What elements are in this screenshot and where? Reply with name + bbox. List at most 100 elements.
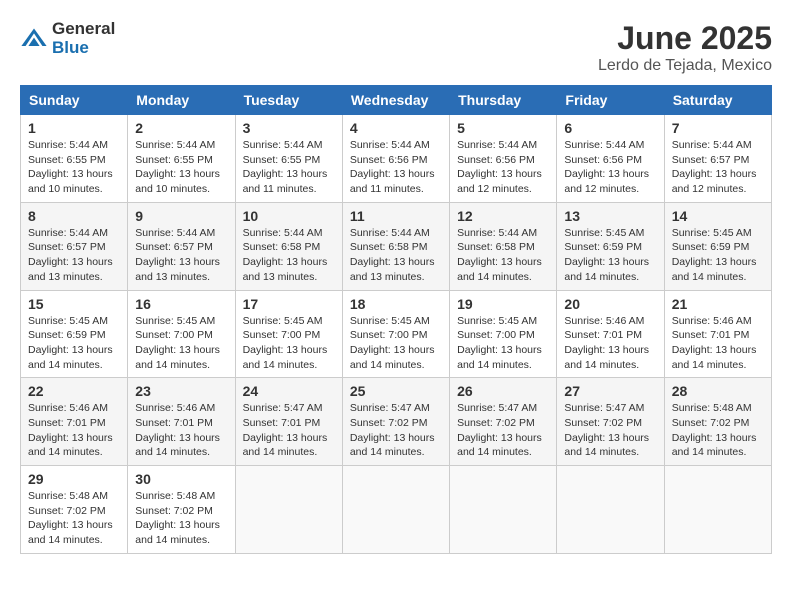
day-info: Sunrise: 5:45 AM Sunset: 6:59 PM Dayligh… [28,314,120,373]
day-info: Sunrise: 5:45 AM Sunset: 7:00 PM Dayligh… [350,314,442,373]
calendar-cell [664,466,771,554]
calendar-cell: 15 Sunrise: 5:45 AM Sunset: 6:59 PM Dayli… [21,290,128,378]
location: Lerdo de Tejada, Mexico [598,57,772,75]
day-number: 28 [672,383,764,399]
header-friday: Friday [557,86,664,115]
calendar-cell: 30 Sunrise: 5:48 AM Sunset: 7:02 PM Dayli… [128,466,235,554]
day-number: 14 [672,208,764,224]
day-info: Sunrise: 5:44 AM Sunset: 6:55 PM Dayligh… [28,138,120,197]
day-number: 4 [350,120,442,136]
calendar-week-1: 1Sunrise: 5:44 AM Sunset: 6:55 PM Daylig… [21,115,772,203]
calendar-cell: 2 Sunrise: 5:44 AM Sunset: 6:55 PM Daylig… [128,115,235,203]
calendar-week-4: 22 Sunrise: 5:46 AM Sunset: 7:01 PM Dayli… [21,378,772,466]
header-tuesday: Tuesday [235,86,342,115]
calendar-cell: 4Sunrise: 5:44 AM Sunset: 6:56 PM Daylig… [342,115,449,203]
calendar-cell: 13 Sunrise: 5:45 AM Sunset: 6:59 PM Dayli… [557,202,664,290]
day-info: Sunrise: 5:45 AM Sunset: 7:00 PM Dayligh… [457,314,549,373]
day-number: 16 [135,296,227,312]
calendar-cell: 14 Sunrise: 5:45 AM Sunset: 6:59 PM Dayli… [664,202,771,290]
calendar-cell: 25 Sunrise: 5:47 AM Sunset: 7:02 PM Dayli… [342,378,449,466]
day-number: 3 [243,120,335,136]
day-info: Sunrise: 5:47 AM Sunset: 7:01 PM Dayligh… [243,401,335,460]
day-number: 2 [135,120,227,136]
day-info: Sunrise: 5:47 AM Sunset: 7:02 PM Dayligh… [564,401,656,460]
header-thursday: Thursday [450,86,557,115]
day-info: Sunrise: 5:48 AM Sunset: 7:02 PM Dayligh… [135,489,227,548]
logo-icon [20,25,48,53]
logo: General Blue [20,20,115,57]
header-sunday: Sunday [21,86,128,115]
day-number: 11 [350,208,442,224]
day-info: Sunrise: 5:44 AM Sunset: 6:58 PM Dayligh… [457,226,549,285]
day-number: 24 [243,383,335,399]
page-header: General Blue June 2025 Lerdo de Tejada, … [20,20,772,75]
calendar-header-row: SundayMondayTuesdayWednesdayThursdayFrid… [21,86,772,115]
day-number: 7 [672,120,764,136]
calendar-cell: 29Sunrise: 5:48 AM Sunset: 7:02 PM Dayli… [21,466,128,554]
day-info: Sunrise: 5:44 AM Sunset: 6:57 PM Dayligh… [135,226,227,285]
calendar-cell [235,466,342,554]
day-number: 23 [135,383,227,399]
calendar-week-3: 15 Sunrise: 5:45 AM Sunset: 6:59 PM Dayli… [21,290,772,378]
calendar-cell: 3Sunrise: 5:44 AM Sunset: 6:55 PM Daylig… [235,115,342,203]
calendar-cell: 26 Sunrise: 5:47 AM Sunset: 7:02 PM Dayli… [450,378,557,466]
calendar-cell: 19 Sunrise: 5:45 AM Sunset: 7:00 PM Dayli… [450,290,557,378]
day-info: Sunrise: 5:45 AM Sunset: 6:59 PM Dayligh… [672,226,764,285]
day-info: Sunrise: 5:46 AM Sunset: 7:01 PM Dayligh… [564,314,656,373]
calendar-cell: 24 Sunrise: 5:47 AM Sunset: 7:01 PM Dayli… [235,378,342,466]
day-number: 21 [672,296,764,312]
day-number: 13 [564,208,656,224]
day-info: Sunrise: 5:44 AM Sunset: 6:55 PM Dayligh… [135,138,227,197]
calendar-cell: 1Sunrise: 5:44 AM Sunset: 6:55 PM Daylig… [21,115,128,203]
calendar-cell: 16 Sunrise: 5:45 AM Sunset: 7:00 PM Dayli… [128,290,235,378]
calendar-cell: 20Sunrise: 5:46 AM Sunset: 7:01 PM Dayli… [557,290,664,378]
day-info: Sunrise: 5:46 AM Sunset: 7:01 PM Dayligh… [28,401,120,460]
day-info: Sunrise: 5:47 AM Sunset: 7:02 PM Dayligh… [350,401,442,460]
day-info: Sunrise: 5:44 AM Sunset: 6:56 PM Dayligh… [457,138,549,197]
calendar-cell: 21Sunrise: 5:46 AM Sunset: 7:01 PM Dayli… [664,290,771,378]
day-info: Sunrise: 5:44 AM Sunset: 6:56 PM Dayligh… [564,138,656,197]
calendar-cell: 17 Sunrise: 5:45 AM Sunset: 7:00 PM Dayli… [235,290,342,378]
calendar-table: SundayMondayTuesdayWednesdayThursdayFrid… [20,85,772,554]
logo-text: General Blue [52,20,115,57]
calendar-cell: 9Sunrise: 5:44 AM Sunset: 6:57 PM Daylig… [128,202,235,290]
calendar-cell: 12Sunrise: 5:44 AM Sunset: 6:58 PM Dayli… [450,202,557,290]
day-number: 17 [243,296,335,312]
day-number: 29 [28,471,120,487]
day-info: Sunrise: 5:44 AM Sunset: 6:58 PM Dayligh… [243,226,335,285]
day-number: 8 [28,208,120,224]
calendar-cell: 11 Sunrise: 5:44 AM Sunset: 6:58 PM Dayli… [342,202,449,290]
day-number: 18 [350,296,442,312]
day-info: Sunrise: 5:46 AM Sunset: 7:01 PM Dayligh… [135,401,227,460]
header-wednesday: Wednesday [342,86,449,115]
title-block: June 2025 Lerdo de Tejada, Mexico [598,20,772,75]
day-number: 5 [457,120,549,136]
calendar-week-2: 8 Sunrise: 5:44 AM Sunset: 6:57 PM Daylig… [21,202,772,290]
day-number: 27 [564,383,656,399]
calendar-cell: 7 Sunrise: 5:44 AM Sunset: 6:57 PM Daylig… [664,115,771,203]
day-info: Sunrise: 5:48 AM Sunset: 7:02 PM Dayligh… [672,401,764,460]
day-number: 15 [28,296,120,312]
day-info: Sunrise: 5:44 AM Sunset: 6:57 PM Dayligh… [28,226,120,285]
logo-blue: Blue [52,39,115,58]
day-info: Sunrise: 5:45 AM Sunset: 7:00 PM Dayligh… [243,314,335,373]
day-info: Sunrise: 5:45 AM Sunset: 7:00 PM Dayligh… [135,314,227,373]
calendar-cell: 8 Sunrise: 5:44 AM Sunset: 6:57 PM Daylig… [21,202,128,290]
day-number: 22 [28,383,120,399]
day-info: Sunrise: 5:44 AM Sunset: 6:57 PM Dayligh… [672,138,764,197]
logo-general: General [52,20,115,39]
day-number: 25 [350,383,442,399]
day-number: 19 [457,296,549,312]
day-number: 6 [564,120,656,136]
calendar-cell: 10Sunrise: 5:44 AM Sunset: 6:58 PM Dayli… [235,202,342,290]
calendar-cell: 27 Sunrise: 5:47 AM Sunset: 7:02 PM Dayli… [557,378,664,466]
day-info: Sunrise: 5:47 AM Sunset: 7:02 PM Dayligh… [457,401,549,460]
calendar-cell: 18 Sunrise: 5:45 AM Sunset: 7:00 PM Dayli… [342,290,449,378]
day-number: 26 [457,383,549,399]
day-number: 30 [135,471,227,487]
header-monday: Monday [128,86,235,115]
calendar-cell [450,466,557,554]
calendar-cell: 22 Sunrise: 5:46 AM Sunset: 7:01 PM Dayli… [21,378,128,466]
day-info: Sunrise: 5:44 AM Sunset: 6:58 PM Dayligh… [350,226,442,285]
day-info: Sunrise: 5:45 AM Sunset: 6:59 PM Dayligh… [564,226,656,285]
